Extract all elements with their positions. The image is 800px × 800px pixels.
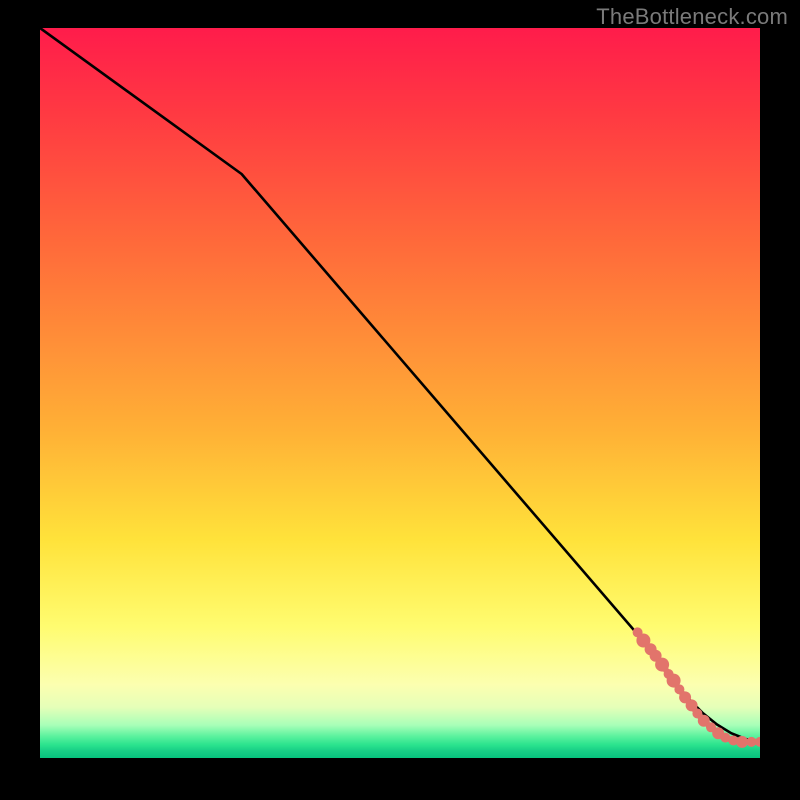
- chart-overlay: [40, 28, 760, 758]
- scatter-points: [633, 627, 760, 748]
- chart-container: TheBottleneck.com: [0, 0, 800, 800]
- scatter-point: [736, 736, 748, 748]
- plot-area: [40, 28, 760, 758]
- watermark-text: TheBottleneck.com: [596, 4, 788, 30]
- scatter-point: [746, 737, 756, 747]
- scatter-point: [755, 737, 760, 747]
- curve-line: [40, 28, 760, 742]
